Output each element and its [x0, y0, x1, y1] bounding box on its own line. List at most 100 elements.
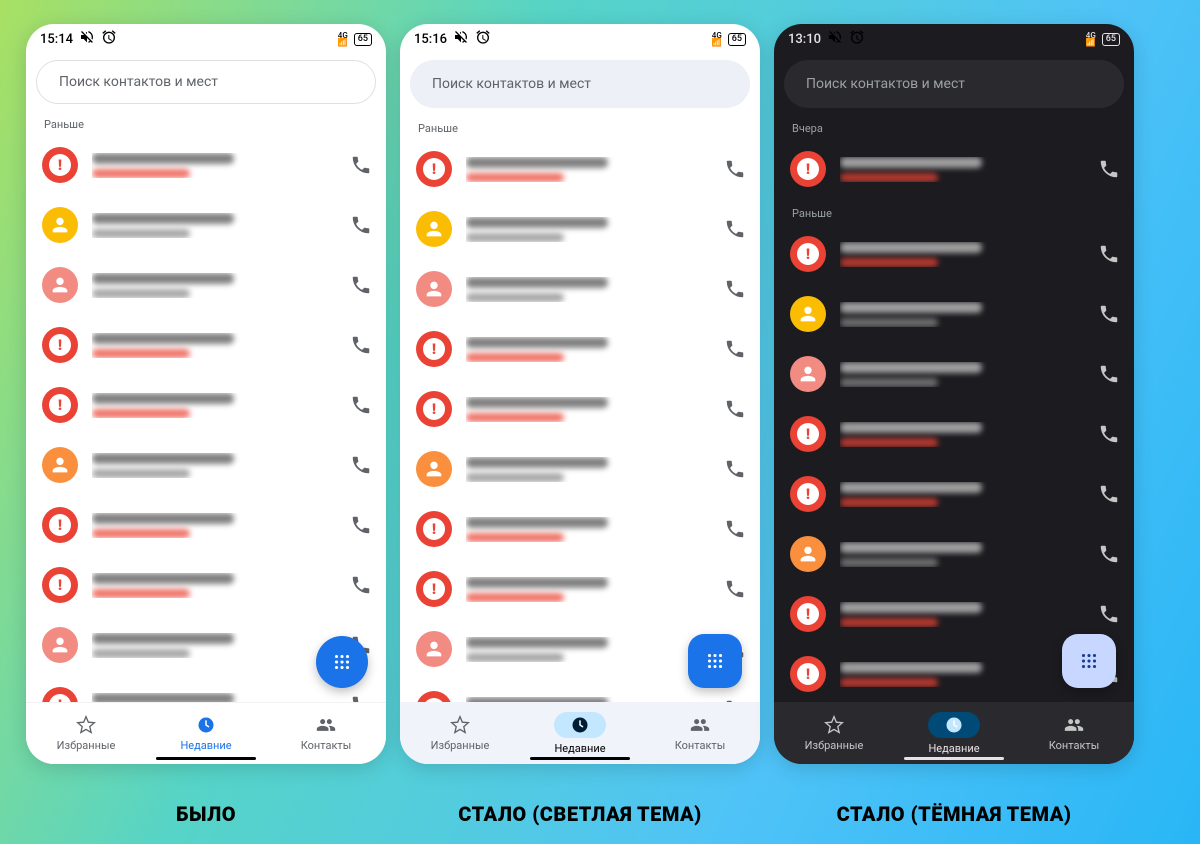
call-button[interactable]	[350, 454, 372, 476]
call-log-row[interactable]: !	[774, 464, 1134, 524]
call-log-row[interactable]: !	[400, 499, 760, 559]
star-icon	[76, 715, 96, 735]
alarm-icon	[475, 29, 491, 49]
call-button[interactable]	[350, 334, 372, 356]
call-button[interactable]	[724, 398, 746, 420]
call-button[interactable]	[724, 158, 746, 180]
nav-favorites[interactable]: Избранные	[774, 702, 894, 764]
call-log-row[interactable]: !	[26, 495, 386, 555]
spam-warn-avatar: !	[42, 387, 78, 423]
call-log-row[interactable]: !	[26, 555, 386, 615]
call-button[interactable]	[724, 518, 746, 540]
search-placeholder: Поиск контактов и мест	[59, 74, 343, 90]
call-log-row[interactable]: !	[26, 375, 386, 435]
call-button[interactable]	[724, 458, 746, 480]
clock-icon	[554, 712, 606, 738]
star-icon	[450, 715, 470, 735]
call-button[interactable]	[350, 154, 372, 176]
call-log-text	[466, 457, 710, 482]
call-log-row[interactable]: !	[400, 559, 760, 619]
call-log-text	[92, 393, 336, 418]
call-log-row[interactable]: !	[26, 315, 386, 375]
call-button[interactable]	[350, 514, 372, 536]
call-button[interactable]	[1098, 603, 1120, 625]
caption-before: БЫЛО	[26, 802, 386, 826]
search-bar[interactable]: Поиск контактов и мест	[410, 60, 750, 108]
alarm-icon	[101, 29, 117, 49]
nav-recent[interactable]: Недавние	[146, 703, 266, 764]
contact-avatar	[416, 451, 452, 487]
call-log-list[interactable]: Раньше ! ! !	[26, 110, 386, 702]
call-log-row[interactable]	[774, 524, 1134, 584]
call-log-row[interactable]: !	[774, 139, 1134, 199]
call-log-row[interactable]	[26, 435, 386, 495]
call-log-row[interactable]: !	[400, 319, 760, 379]
call-log-row[interactable]	[26, 255, 386, 315]
home-indicator[interactable]	[530, 757, 630, 760]
dialpad-fab[interactable]	[316, 636, 368, 688]
caption-after-light: СТАЛО (СВЕТЛАЯ ТЕМА)	[400, 802, 760, 826]
call-button[interactable]	[1098, 363, 1120, 385]
call-log-text	[92, 693, 336, 703]
contact-avatar	[790, 296, 826, 332]
call-button[interactable]	[1098, 483, 1120, 505]
nav-contacts[interactable]: Контакты	[266, 703, 386, 764]
contact-avatar	[42, 207, 78, 243]
call-log-row[interactable]: !	[774, 224, 1134, 284]
call-log-row[interactable]	[400, 259, 760, 319]
call-log-text	[840, 157, 1084, 182]
call-button[interactable]	[350, 394, 372, 416]
call-button[interactable]	[1098, 243, 1120, 265]
spam-warn-avatar: !	[416, 691, 452, 702]
search-bar[interactable]: Поиск контактов и мест	[36, 60, 376, 104]
nav-contacts[interactable]: Контакты	[1014, 702, 1134, 764]
call-log-list[interactable]: Вчера ! Раньше ! !	[774, 114, 1134, 702]
mute-icon	[453, 29, 469, 49]
call-button[interactable]	[724, 578, 746, 600]
network-indicator: 4G📶	[1086, 32, 1096, 46]
dialpad-fab[interactable]	[688, 634, 742, 688]
call-button[interactable]	[350, 214, 372, 236]
call-log-row[interactable]	[400, 199, 760, 259]
call-log-row[interactable]: !	[26, 135, 386, 195]
dialpad-fab[interactable]	[1062, 634, 1116, 688]
call-log-row[interactable]: !	[774, 404, 1134, 464]
call-button[interactable]	[350, 574, 372, 596]
call-log-text	[466, 157, 710, 182]
spam-warn-avatar: !	[416, 391, 452, 427]
mute-icon	[827, 29, 843, 49]
nav-recent[interactable]: Недавние	[520, 702, 640, 764]
call-log-text	[840, 302, 1084, 327]
nav-contacts[interactable]: Контакты	[640, 702, 760, 764]
home-indicator[interactable]	[156, 757, 256, 760]
spam-warn-avatar: !	[42, 147, 78, 183]
call-log-row[interactable]: !	[400, 139, 760, 199]
call-button[interactable]	[1098, 303, 1120, 325]
call-button[interactable]	[724, 218, 746, 240]
call-log-row[interactable]	[774, 284, 1134, 344]
call-button[interactable]	[1098, 158, 1120, 180]
nav-favorites[interactable]: Избранные	[26, 703, 146, 764]
call-button[interactable]	[350, 694, 372, 702]
contact-avatar	[790, 536, 826, 572]
call-log-row[interactable]	[26, 195, 386, 255]
contact-avatar	[416, 631, 452, 667]
home-indicator[interactable]	[904, 757, 1004, 760]
call-button[interactable]	[350, 274, 372, 296]
nav-recent[interactable]: Недавние	[894, 702, 1014, 764]
section-header-earlier: Раньше	[26, 110, 386, 135]
nav-favorites[interactable]: Избранные	[400, 702, 520, 764]
call-log-list[interactable]: Раньше ! ! !	[400, 114, 760, 702]
call-log-text	[466, 397, 710, 422]
call-button[interactable]	[1098, 423, 1120, 445]
battery-indicator: 65	[354, 33, 372, 46]
spam-warn-avatar: !	[790, 656, 826, 692]
call-log-row[interactable]	[400, 439, 760, 499]
call-log-row[interactable]: !	[400, 379, 760, 439]
search-bar[interactable]: Поиск контактов и мест	[784, 60, 1124, 108]
call-button[interactable]	[724, 278, 746, 300]
call-button[interactable]	[724, 338, 746, 360]
call-log-text	[466, 517, 710, 542]
call-log-row[interactable]	[774, 344, 1134, 404]
call-button[interactable]	[1098, 543, 1120, 565]
